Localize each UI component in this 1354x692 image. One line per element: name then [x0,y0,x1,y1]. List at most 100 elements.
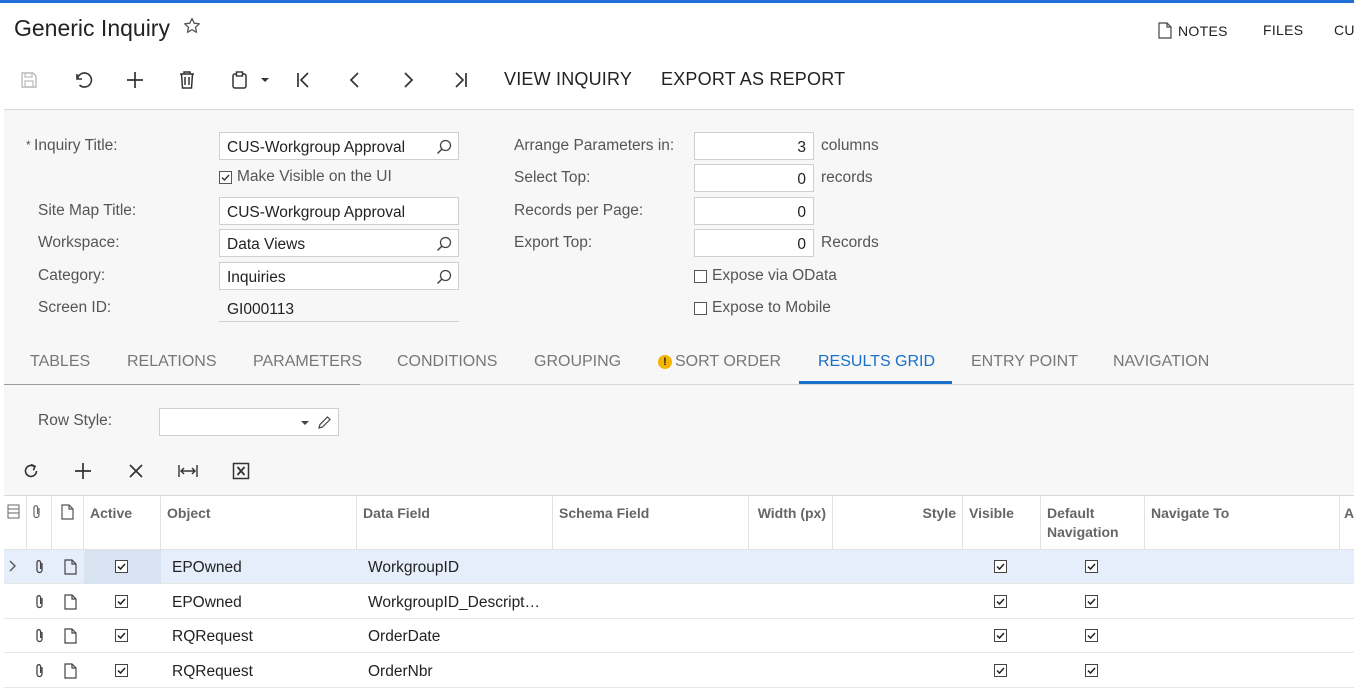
make-visible-checkbox[interactable]: Make Visible on the UI [219,168,392,186]
column-header-overflow[interactable]: A F [1340,496,1354,550]
refresh-icon[interactable] [18,459,44,483]
export-top-suffix: Records [821,234,879,251]
note-icon[interactable] [64,662,77,684]
inquiry-title-field[interactable]: CUS-Workgroup Approval [219,132,459,160]
column-header-object[interactable]: Object [161,496,357,550]
tab-tables[interactable]: TABLES [30,353,90,371]
export-as-report-button[interactable]: EXPORT AS REPORT [661,69,845,90]
workspace-field[interactable]: Data Views [219,229,459,257]
active-checkbox[interactable] [115,594,128,608]
note-icon[interactable] [64,628,77,649]
fit-columns-icon[interactable] [175,459,201,483]
data-field-cell[interactable]: OrderDate [362,619,548,653]
object-cell[interactable]: EPOwned [166,585,356,619]
tab-results-grid[interactable]: RESULTS GRID [818,353,935,371]
tab-conditions[interactable]: CONDITIONS [397,353,497,371]
first-record-icon[interactable] [290,68,316,92]
search-icon [436,269,452,285]
tab-entry-point[interactable]: ENTRY POINT [971,353,1078,371]
visible-checkbox[interactable] [994,560,1007,573]
column-header-width[interactable]: Width (px) [749,496,833,550]
attachment-icon[interactable] [34,594,46,615]
add-icon[interactable] [122,68,148,92]
export-excel-icon[interactable] [228,459,254,483]
arrange-parameters-field[interactable]: 3 [694,132,814,160]
data-field-cell[interactable]: OrderNbr [362,654,548,688]
attachment-icon[interactable] [34,663,46,684]
table-row[interactable]: RQRequest OrderDate [4,619,1354,653]
customization-button[interactable]: CU [1334,22,1354,38]
site-map-title-label: Site Map Title: [38,202,137,219]
visible-checkbox[interactable] [994,594,1007,608]
tab-navigation[interactable]: NAVIGATION [1113,353,1209,371]
workspace-value: Data Views [227,236,306,253]
arrange-columns-suffix: columns [821,137,879,154]
expose-odata-checkbox[interactable]: Expose via OData [694,267,837,285]
expose-mobile-checkbox[interactable]: Expose to Mobile [694,299,831,317]
note-icon[interactable] [64,593,77,615]
column-header-default-navigation[interactable]: Default Navigation [1041,496,1145,550]
select-top-suffix: records [821,169,873,186]
grid-body: EPOwned WorkgroupID EPOwned WorkgroupID_Des… [4,550,1354,692]
visible-checkbox[interactable] [994,663,1007,677]
add-row-icon[interactable] [70,459,96,483]
attachment-icon[interactable] [34,628,46,649]
tab-relations[interactable]: RELATIONS [127,353,217,371]
delete-row-icon[interactable] [123,459,149,483]
note-header-icon [52,496,84,550]
export-top-label: Export Top: [514,234,593,251]
column-header-data-field[interactable]: Data Field [357,496,553,550]
clipboard-menu[interactable] [228,68,272,92]
row-style-select[interactable] [159,408,339,436]
default-navigation-checkbox[interactable] [1085,560,1098,573]
records-per-page-field[interactable]: 0 [694,197,814,225]
next-record-icon[interactable] [395,68,421,92]
last-record-icon[interactable] [448,68,474,92]
active-tab-indicator [799,381,952,384]
column-header-navigate-to[interactable]: Navigate To [1145,496,1340,550]
object-cell[interactable]: EPOwned [166,550,356,584]
data-field-cell[interactable]: WorkgroupID [362,550,548,584]
column-header-schema-field[interactable]: Schema Field [553,496,749,550]
table-row[interactable]: RQRequest OrderNbr [4,654,1354,688]
tab-grouping[interactable]: GROUPING [534,353,621,371]
view-inquiry-button[interactable]: VIEW INQUIRY [504,69,632,90]
attachment-header-icon [27,496,52,550]
tab-parameters[interactable]: PARAMETERS [253,353,362,371]
attachment-icon[interactable] [34,559,46,580]
column-header-visible[interactable]: Visible [963,496,1041,550]
save-icon[interactable] [16,68,42,92]
delete-icon[interactable] [174,68,200,92]
default-navigation-checkbox[interactable] [1085,594,1098,608]
table-row[interactable]: EPOwned WorkgroupID [4,550,1354,584]
note-icon[interactable] [64,559,77,580]
default-navigation-checkbox[interactable] [1085,663,1098,677]
visible-checkbox[interactable] [994,629,1007,642]
favorite-star-icon[interactable] [182,16,202,36]
tab-sort-order[interactable]: ! SORT ORDER [658,353,781,371]
site-map-title-field[interactable]: CUS-Workgroup Approval [219,197,459,225]
select-top-field[interactable]: 0 [694,164,814,192]
column-header-active[interactable]: Active [84,496,161,550]
notes-button[interactable]: NOTES [1158,22,1228,42]
previous-record-icon[interactable] [342,68,368,92]
data-field-cell[interactable]: WorkgroupID_Descript… [362,585,548,619]
active-checkbox[interactable] [115,629,128,642]
row-selector-header-icon[interactable] [4,496,27,550]
default-navigation-checkbox[interactable] [1085,629,1098,642]
active-checkbox[interactable] [115,560,128,573]
column-header-style[interactable]: Style [833,496,963,550]
inquiry-title-value: CUS-Workgroup Approval [227,139,406,156]
object-cell[interactable]: RQRequest [166,654,356,688]
table-row[interactable]: EPOwned WorkgroupID_Descript… [4,585,1354,619]
undo-icon[interactable] [69,68,95,92]
export-top-field[interactable]: 0 [694,229,814,257]
active-checkbox[interactable] [115,663,128,677]
category-field[interactable]: Inquiries [219,262,459,290]
files-button[interactable]: FILES [1263,22,1303,38]
object-cell[interactable]: RQRequest [166,619,356,653]
edit-pencil-icon [318,416,331,429]
screen-id-label: Screen ID: [38,299,112,316]
tab-bar: TABLES RELATIONS PARAMETERS CONDITIONS G… [4,341,1354,385]
notes-icon [1158,22,1172,42]
